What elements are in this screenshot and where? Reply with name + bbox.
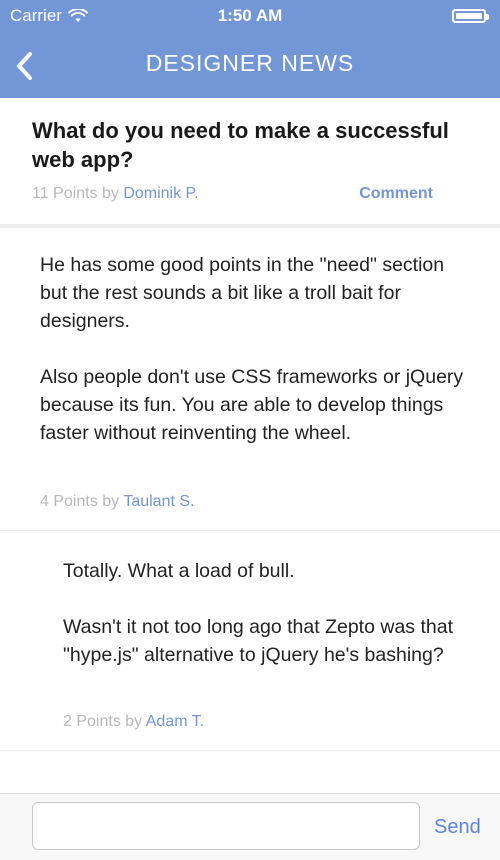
reply-bar: Send [0, 793, 500, 860]
comment-author-link[interactable]: Adam T. [146, 713, 204, 730]
header: Carrier 1:50 AM DESIGNER NEWS [0, 0, 500, 98]
status-time: 1:50 AM [217, 6, 283, 25]
send-button[interactable]: Send [434, 816, 481, 839]
comment-points: 4 Points by [40, 493, 124, 510]
comment-points: 2 Points by [63, 713, 146, 730]
story-points: 11 Points by [32, 185, 124, 202]
comment-button[interactable]: Comment [359, 185, 433, 203]
nav-bar: DESIGNER NEWS [0, 34, 500, 98]
comment-text: Totally. What a load of bull. Wasn't it … [63, 560, 453, 666]
comment-reply-item: Totally. What a load of bull. Wasn't it … [0, 531, 500, 751]
story-title[interactable]: What do you need to make a successful we… [32, 116, 462, 174]
reply-input[interactable] [32, 802, 420, 850]
comment-meta: 2 Points by Adam T. [63, 713, 204, 731]
comment-author-link[interactable]: Taulant S. [123, 493, 194, 510]
status-bar: Carrier 1:50 AM [0, 0, 500, 34]
story-header: What do you need to make a successful we… [0, 98, 500, 228]
page-title: DESIGNER NEWS [145, 50, 355, 76]
comment-item: He has some good points in the "need" se… [0, 228, 500, 531]
comment-meta: 4 Points by Taulant S. [40, 493, 194, 511]
comment-text: He has some good points in the "need" se… [40, 254, 464, 444]
story-author-link[interactable]: Dominik P. [123, 185, 198, 202]
battery-icon [452, 9, 489, 23]
story-meta: 11 Points by Dominik P. [32, 185, 199, 203]
